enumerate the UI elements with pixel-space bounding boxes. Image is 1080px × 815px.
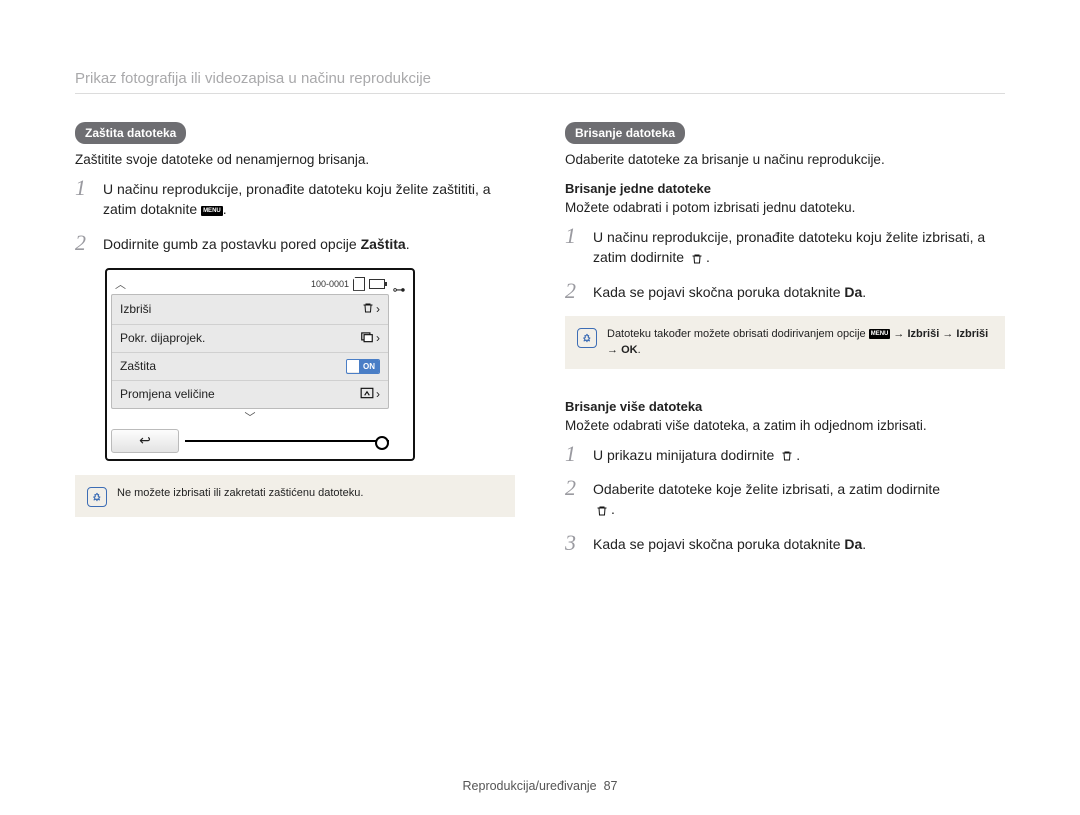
step-text: Odaberite datoteke koje želite izbrisati…	[593, 479, 940, 520]
step-number: 2	[565, 280, 583, 302]
step-text: U načinu reprodukcije, pronađite datotek…	[593, 227, 1005, 268]
step-text: U prikazu minijatura dodirnite .	[593, 445, 800, 465]
back-button[interactable]: ↩	[111, 429, 179, 453]
step-number: 1	[565, 443, 583, 465]
trash-icon	[778, 450, 796, 462]
trash-icon	[593, 505, 611, 517]
delete-many-lead: Možete odabrati više datoteka, a zatim i…	[565, 418, 1005, 433]
note-delete-one: Datoteku također možete obrisati dodiriv…	[565, 316, 1005, 369]
slider[interactable]	[185, 440, 389, 442]
toggle-on[interactable]: ON	[346, 359, 380, 374]
trash-icon	[688, 253, 706, 265]
trash-icon	[362, 301, 374, 318]
menu-item-resize[interactable]: Promjena veličine ›	[112, 381, 388, 408]
subhead-delete-many: Brisanje više datoteka	[565, 399, 1005, 414]
protect-lead: Zaštitite svoje datoteke od nenamjernog …	[75, 152, 515, 167]
page-footer: Reprodukcija/uređivanje 87	[0, 779, 1080, 793]
step-number: 2	[565, 477, 583, 520]
subhead-delete-one: Brisanje jedne datoteke	[565, 181, 1005, 196]
left-column: Zaštita datoteka Zaštitite svoje datotek…	[75, 122, 515, 568]
battery-icon	[369, 279, 385, 289]
section-pill-delete: Brisanje datoteka	[565, 122, 685, 144]
menu-item-slideshow[interactable]: Pokr. dijaprojek. ›	[112, 325, 388, 353]
step-number: 3	[565, 532, 583, 554]
step-number: 1	[565, 225, 583, 268]
step-number: 2	[75, 232, 93, 254]
right-column: Brisanje datoteka Odaberite datoteke za …	[565, 122, 1005, 568]
step-text: U načinu reprodukcije, pronađite datotek…	[103, 179, 515, 220]
camera-menu-screenshot: ︿ 100-0001 Izbriši	[105, 268, 415, 461]
step-text: Dodirnite gumb za postavku pored opcije …	[103, 234, 410, 254]
sd-card-icon	[353, 277, 365, 291]
step-number: 1	[75, 177, 93, 220]
menu-item-delete[interactable]: Izbriši ›	[112, 295, 388, 325]
section-pill-protect: Zaštita datoteka	[75, 122, 186, 144]
note-icon	[577, 328, 597, 348]
delete-one-lead: Možete odabrati i potom izbrisati jednu …	[565, 200, 1005, 215]
resize-icon	[360, 387, 374, 402]
slideshow-icon	[360, 331, 374, 346]
menu-icon: MENU	[201, 206, 223, 216]
image-counter: 100-0001	[311, 279, 349, 289]
menu-item-protect[interactable]: Zaštita ON	[112, 353, 388, 381]
step-text: Kada se pojavi skočna poruka dotaknite D…	[593, 534, 866, 554]
note-icon	[87, 487, 107, 507]
chevron-down-icon: ﹀	[111, 409, 389, 425]
menu-icon: MENU	[869, 329, 891, 339]
note-protect: Ne možete izbrisati ili zakretati zaštić…	[75, 475, 515, 517]
step-text: Kada se pojavi skočna poruka dotaknite D…	[593, 282, 866, 302]
chevron-up-icon: ︿	[115, 276, 126, 292]
key-icon: ⊶	[393, 282, 406, 298]
delete-lead: Odaberite datoteke za brisanje u načinu …	[565, 152, 1005, 167]
page-title: Prikaz fotografija ili videozapisa u nač…	[75, 70, 1005, 94]
